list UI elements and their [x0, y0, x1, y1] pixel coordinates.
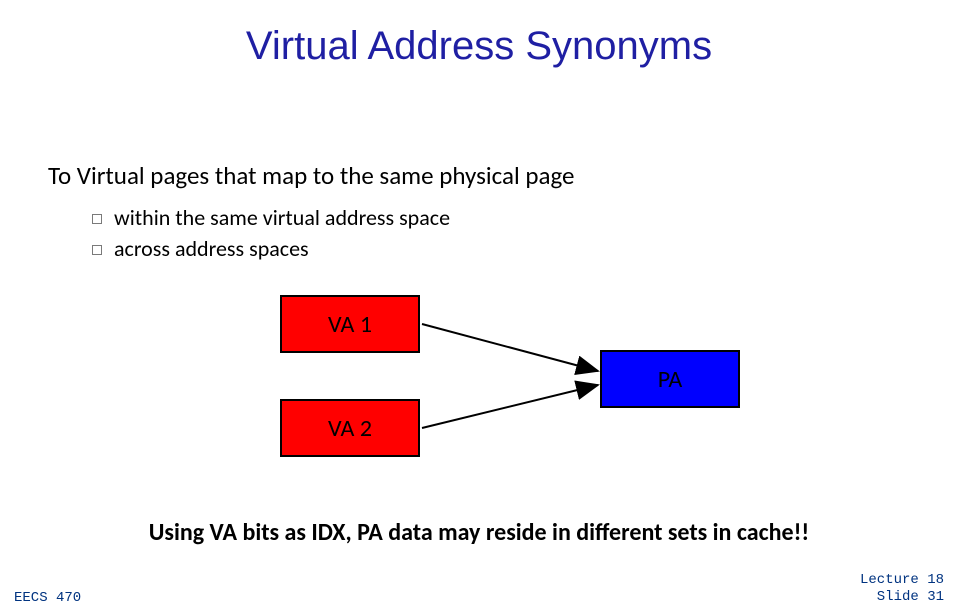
square-bullet-icon [92, 214, 102, 224]
box-va2: VA 2 [280, 399, 420, 457]
slide-title: Virtual Address Synonyms [0, 24, 958, 69]
square-bullet-icon [92, 245, 102, 255]
bullet-text: within the same virtual address space [114, 204, 450, 231]
footer-lecture: Lecture 18 [860, 572, 944, 589]
intro-text: To Virtual pages that map to the same ph… [48, 160, 574, 191]
diagram: VA 1 VA 2 PA [280, 295, 760, 465]
list-item: within the same virtual address space [92, 204, 450, 231]
footer-slide: Slide 31 [860, 589, 944, 606]
bullet-text: across address spaces [114, 235, 309, 262]
footer-course: EECS 470 [14, 590, 81, 606]
list-item: across address spaces [92, 235, 450, 262]
caption-text: Using VA bits as IDX, PA data may reside… [0, 518, 958, 547]
bullet-list: within the same virtual address space ac… [92, 200, 450, 262]
footer-right: Lecture 18 Slide 31 [860, 572, 944, 606]
box-va1: VA 1 [280, 295, 420, 353]
box-pa: PA [600, 350, 740, 408]
